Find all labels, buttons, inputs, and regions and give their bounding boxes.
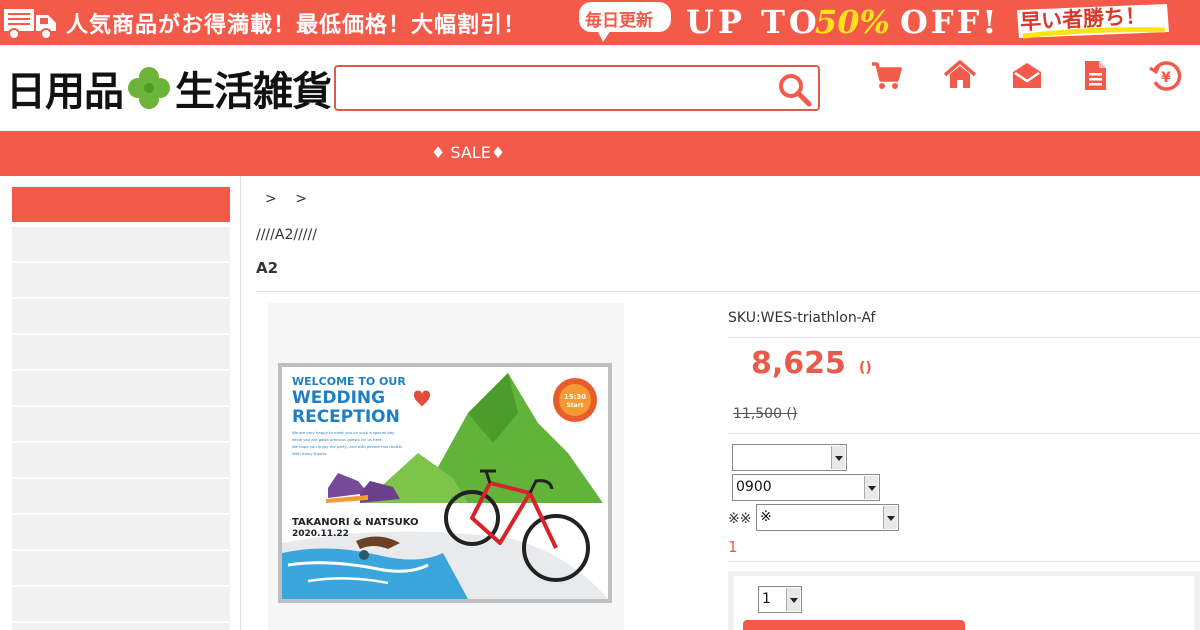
poster-message3: We hope you enjoy the party, and with pe…	[292, 444, 403, 449]
category-header	[12, 187, 230, 222]
banner-up-to: UP TO	[686, 3, 821, 41]
category-item[interactable]	[12, 551, 230, 585]
category-item[interactable]	[12, 587, 230, 621]
yen-history-icon[interactable]: ¥	[1148, 58, 1184, 94]
option-select-3-value: ※	[760, 509, 772, 525]
stock-count: 1	[728, 538, 738, 556]
product-price: 8,625	[751, 346, 846, 381]
poster-line3: RECEPTION	[292, 407, 400, 427]
chevron-down-icon	[831, 446, 845, 469]
chevron-down-icon	[883, 506, 897, 529]
quantity-value: 1	[762, 591, 771, 607]
option-select-3[interactable]: ※	[756, 504, 899, 531]
banner-percent: 50%	[815, 3, 890, 41]
delivery-truck-icon	[4, 9, 56, 40]
option-label: ※※	[728, 511, 752, 527]
poster-message1: We are very happy to meet you on such a …	[292, 430, 396, 435]
breadcrumb-separator: >	[265, 191, 277, 207]
site-logo[interactable]: 日用品 生活雑貨	[6, 62, 332, 115]
category-item[interactable]	[12, 299, 230, 333]
logo-text-right: 生活雑貨	[175, 68, 332, 115]
original-price: 11,500 ()	[733, 406, 798, 422]
banner-badge: 毎日更新	[585, 11, 653, 31]
price-tax-note: ()	[859, 360, 872, 376]
option-select-1[interactable]	[732, 444, 847, 471]
chevron-down-icon	[864, 476, 878, 499]
chevron-down-icon	[786, 588, 800, 611]
category-item[interactable]	[12, 479, 230, 513]
banner-off: OFF!	[900, 3, 1000, 41]
divider	[728, 561, 1200, 562]
product-title: A2	[256, 259, 279, 277]
category-item[interactable]	[12, 335, 230, 369]
divider	[728, 433, 1200, 434]
clover-icon	[128, 67, 170, 109]
category-sidebar	[0, 176, 241, 630]
nav-sale-link[interactable]: ♦ SALE♦	[431, 143, 505, 162]
promo-banner[interactable]: 人気商品がお得満載！最低価格！大幅割引！ 毎日更新 UP TO 50% OFF!…	[0, 0, 1200, 45]
product-image[interactable]: 15:30 Start WELCOME TO OUR WEDDING RECEP…	[268, 303, 624, 630]
product-category-path: ////A2/////	[256, 227, 317, 243]
category-item[interactable]	[12, 515, 230, 549]
poster-message4: With many thanks.	[292, 451, 328, 456]
poster-line1: WELCOME TO OUR	[292, 375, 406, 388]
breadcrumb-separator: >	[295, 191, 307, 207]
poster-date: 2020.11.22	[292, 529, 349, 539]
category-item[interactable]	[12, 227, 230, 261]
logo-text-left: 日用品	[6, 68, 124, 115]
option-select-2[interactable]: 0900	[732, 474, 880, 501]
category-item[interactable]	[12, 407, 230, 441]
category-item[interactable]	[12, 371, 230, 405]
divider	[256, 291, 1200, 292]
cart-icon[interactable]	[868, 58, 904, 94]
home-icon[interactable]	[942, 58, 978, 94]
main-nav: ♦ SALE♦	[0, 131, 1200, 176]
poster-start: Start	[566, 402, 583, 409]
banner-headline: 人気商品がお得満載！最低価格！大幅割引！	[66, 12, 527, 38]
divider	[728, 337, 1200, 338]
option-select-2-value: 0900	[736, 479, 772, 495]
add-to-cart-button[interactable]	[743, 620, 965, 630]
breadcrumb: > >	[265, 191, 321, 207]
search-input[interactable]	[342, 73, 762, 103]
product-sku: SKU:WES-triathlon-Af	[728, 310, 876, 326]
poster-line2: WEDDING	[292, 388, 385, 408]
category-item[interactable]	[12, 263, 230, 297]
search-icon[interactable]	[776, 71, 814, 107]
search-box	[334, 65, 820, 111]
poster-message2: while you are gotta precious guests for …	[292, 437, 383, 442]
mail-icon[interactable]	[1009, 58, 1045, 94]
category-item[interactable]	[12, 623, 230, 630]
wedding-poster-image: 15:30 Start WELCOME TO OUR WEDDING RECEP…	[278, 363, 612, 603]
svg-text:¥: ¥	[1161, 70, 1171, 86]
poster-names: TAKANORI & NATSUKO	[292, 517, 419, 528]
category-item[interactable]	[12, 443, 230, 477]
quantity-select[interactable]: 1	[758, 586, 802, 613]
poster-time: 15:30	[564, 393, 586, 401]
document-icon[interactable]	[1077, 58, 1113, 94]
